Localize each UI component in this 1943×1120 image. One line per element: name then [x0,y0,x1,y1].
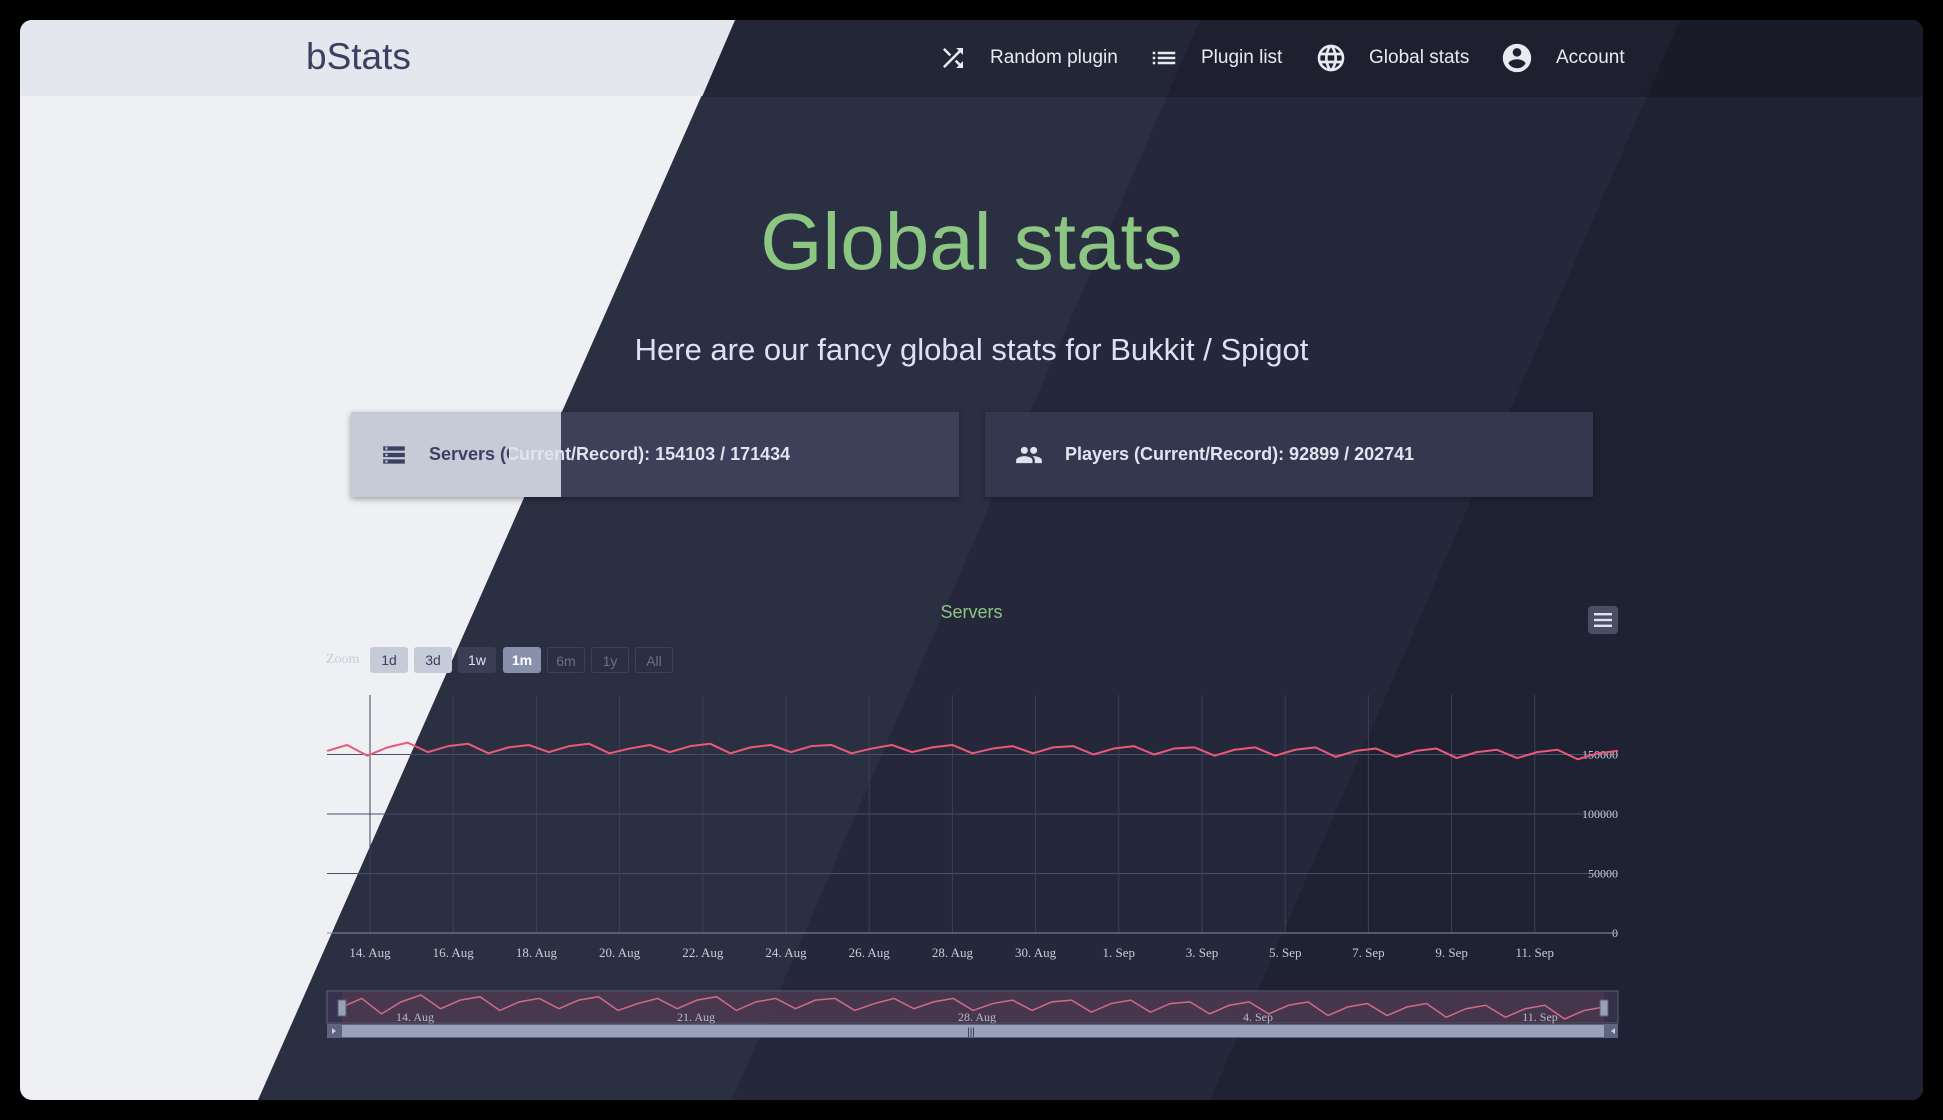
x-tick-label: 20. Aug [599,945,641,960]
x-tick-label: 3. Sep [1186,945,1219,960]
x-tick-label: 11. Sep [1516,945,1555,960]
navigator-handle-right[interactable] [1599,999,1609,1017]
x-tick-label: 24. Aug [765,945,807,960]
y-tick-label: 100000 [1582,807,1618,821]
x-tick-label: 30. Aug [1015,945,1057,960]
x-tick-label: 28. Aug [932,945,974,960]
x-tick-label: 16. Aug [433,945,475,960]
y-tick-label: 50000 [1588,867,1618,881]
app-window: bStats Random plugin Plugin list Global … [20,20,1923,1100]
scrollbar-grip-icon: ||| [967,1027,975,1038]
servers-chart: 05000010000015000014. Aug 16. Aug 18. Aug 2… [326,695,1619,1038]
servers-series-line [326,741,1619,761]
navigator-tick-label: 4. Sep [1243,1010,1273,1024]
navigator-tick-label: 28. Aug [958,1010,996,1024]
x-tick-label: 1. Sep [1103,945,1136,960]
navigator-tick-label: 14. Aug [396,1010,434,1024]
navigator-handle-left[interactable] [337,999,347,1017]
navigator-tick-label: 21. Aug [677,1010,715,1024]
x-tick-label: 14. Aug [349,945,391,960]
x-tick-label: 7. Sep [1352,945,1385,960]
y-tick-label: 150000 [1582,748,1618,762]
x-tick-label: 18. Aug [516,945,558,960]
x-tick-label: 22. Aug [682,945,724,960]
x-tick-label: 5. Sep [1269,945,1302,960]
navigator-tick-label: 11. Sep [1522,1010,1558,1024]
x-tick-label: 9. Sep [1435,945,1468,960]
x-tick-label: 26. Aug [849,945,891,960]
